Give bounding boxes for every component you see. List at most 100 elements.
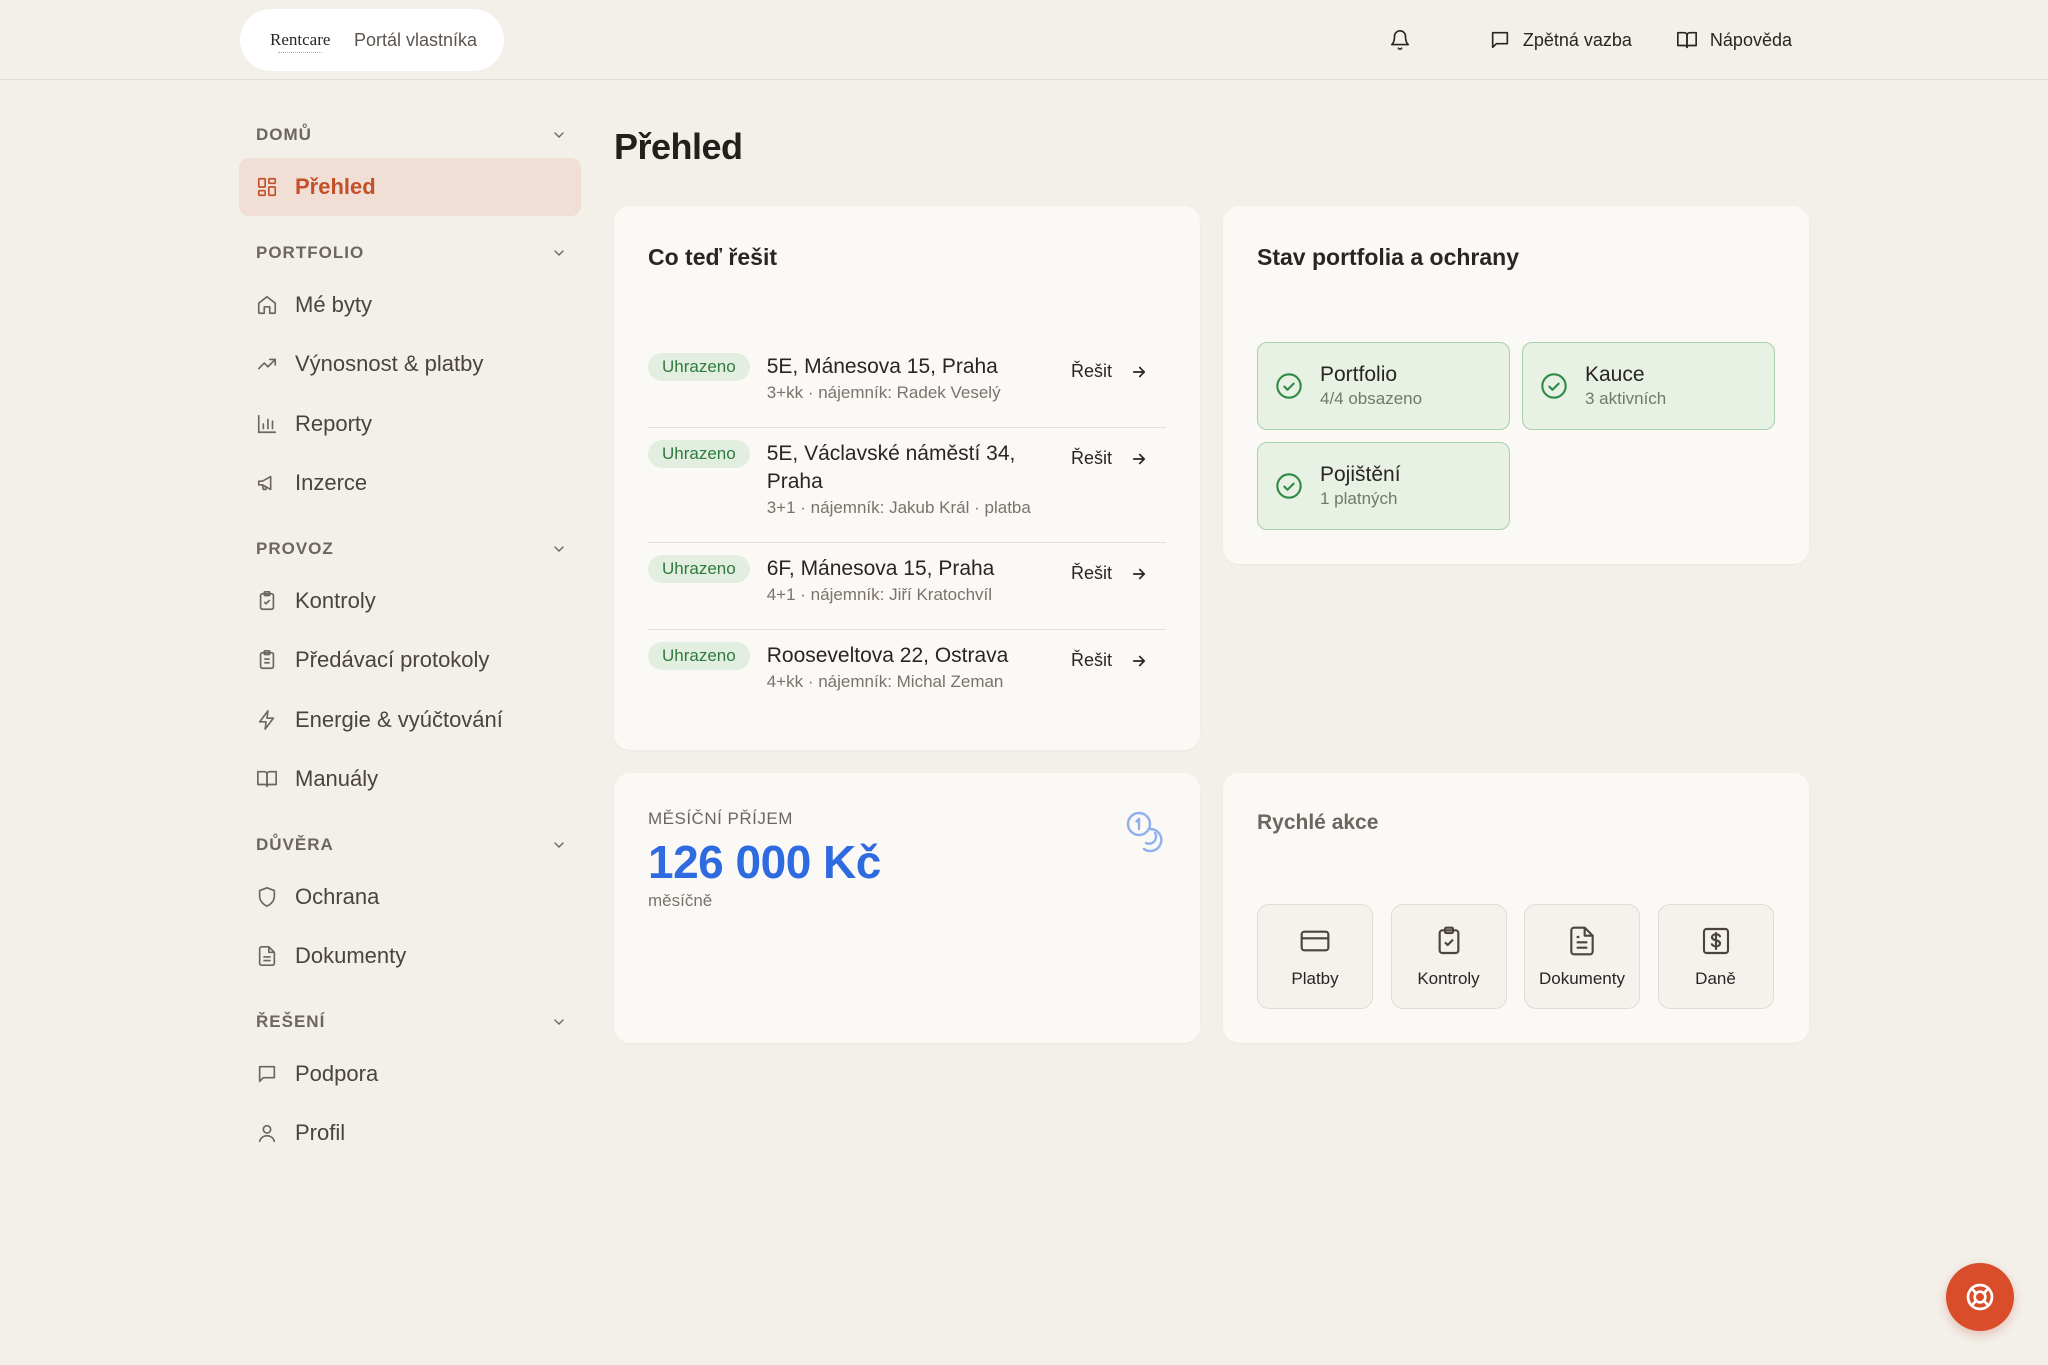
sidebar-item-documents[interactable]: Dokumenty <box>239 927 581 985</box>
quick-actions-row: Platby Kontroly Dokumenty Daně <box>1257 904 1774 1009</box>
coins-icon <box>1124 809 1168 853</box>
task-row: Uhrazeno 5E, Mánesova 15, Praha 3+kk · n… <box>648 341 1166 428</box>
trending-up-icon <box>256 353 295 375</box>
status-badge: Uhrazeno <box>648 353 750 381</box>
check-circle-icon <box>1275 472 1320 500</box>
task-row: Uhrazeno 5E, Václavské náměstí 34, Praha… <box>648 428 1166 543</box>
sidebar-item-energy-billing[interactable]: Energie & vyúčtování <box>239 691 581 749</box>
document-icon <box>1566 925 1598 969</box>
arrow-right-icon <box>1112 565 1148 583</box>
chevron-down-icon <box>551 127 567 143</box>
status-badge: Uhrazeno <box>648 440 750 468</box>
sidebar-item-protection[interactable]: Ochrana <box>239 868 581 926</box>
solve-button[interactable]: Řešit <box>1071 563 1148 584</box>
sidebar-item-listings[interactable]: Inzerce <box>239 454 581 512</box>
status-badge: Uhrazeno <box>648 555 750 583</box>
sidebar-item-reports[interactable]: Reporty <box>239 395 581 453</box>
feedback-label: Zpětná vazba <box>1522 29 1632 50</box>
arrow-right-icon <box>1112 450 1148 468</box>
message-icon <box>1489 29 1523 51</box>
quick-action-inspections[interactable]: Kontroly <box>1390 904 1507 1009</box>
chat-icon <box>256 1063 295 1085</box>
quick-action-payments[interactable]: Platby <box>1257 904 1373 1009</box>
check-circle-icon <box>1275 372 1320 400</box>
lifebuoy-icon <box>1964 1281 1996 1313</box>
help-button[interactable]: Nápověda <box>1676 29 1792 51</box>
top-header: Rentcare Portál vlastníka Zpětná vazba N… <box>0 0 2048 80</box>
quick-action-taxes[interactable]: Daně <box>1657 904 1774 1009</box>
status-tile-insurance[interactable]: Pojištění 1 platných <box>1257 442 1510 530</box>
task-list: Uhrazeno 5E, Mánesova 15, Praha 3+kk · n… <box>648 341 1166 717</box>
section-portfolio[interactable]: PORTFOLIO <box>239 230 581 276</box>
top-actions: Zpětná vazba Nápověda <box>1389 0 1792 80</box>
section-solutions[interactable]: ŘEŠENÍ <box>239 999 581 1045</box>
sidebar-item-yield-payments[interactable]: Výnosnost & platby <box>239 335 581 393</box>
task-row: Uhrazeno Rooseveltova 22, Ostrava 4+kk ·… <box>648 630 1166 717</box>
clipboard-list-icon <box>256 649 295 671</box>
status-tile-portfolio[interactable]: Portfolio 4/4 obsazeno <box>1257 342 1510 430</box>
help-fab-button[interactable] <box>1946 1263 2014 1331</box>
status-tile-deposits[interactable]: Kauce 3 aktivních <box>1522 342 1775 430</box>
sidebar-item-manuals[interactable]: Manuály <box>239 750 581 808</box>
shield-icon <box>256 886 295 908</box>
status-badge: Uhrazeno <box>648 642 750 670</box>
sidebar-item-profile[interactable]: Profil <box>239 1104 581 1162</box>
task-title: Rooseveltova 22, Ostrava <box>766 644 1009 667</box>
quick-actions-title: Rychlé akce <box>1257 811 1379 834</box>
sidebar-item-support[interactable]: Podpora <box>239 1045 581 1103</box>
document-icon <box>256 945 295 967</box>
task-subtitle: 3+1 · nájemník: Jakub Král · platba <box>766 498 1031 517</box>
check-circle-icon <box>1540 372 1585 400</box>
solve-button[interactable]: Řešit <box>1071 448 1148 469</box>
tasks-card: Co teď řešit Uhrazeno 5E, Mánesova 15, P… <box>614 206 1200 750</box>
task-row: Uhrazeno 6F, Mánesova 15, Praha 4+1 · ná… <box>648 543 1166 630</box>
chevron-down-icon <box>551 541 567 557</box>
clipboard-check-icon <box>1433 925 1465 969</box>
monthly-income-card: MĚSÍČNÍ PŘÍJEM 126 000 Kč měsíčně <box>614 773 1200 1043</box>
task-subtitle: 4+kk · nájemník: Michal Zeman <box>766 672 1004 691</box>
task-subtitle: 3+kk · nájemník: Radek Veselý <box>766 383 1001 402</box>
arrow-right-icon <box>1112 363 1148 381</box>
megaphone-icon <box>256 472 295 494</box>
lightning-icon <box>256 709 295 731</box>
bell-icon[interactable] <box>1389 29 1411 51</box>
page-title: Přehled <box>614 126 743 167</box>
chevron-down-icon <box>551 1014 567 1030</box>
solve-button[interactable]: Řešit <box>1071 650 1148 671</box>
book-icon <box>256 768 295 790</box>
clipboard-check-icon <box>256 590 295 612</box>
task-title: 6F, Mánesova 15, Praha <box>766 557 995 580</box>
quick-action-documents[interactable]: Dokumenty <box>1524 904 1640 1009</box>
income-label: MĚSÍČNÍ PŘÍJEM <box>648 809 793 828</box>
sidebar-item-handover-protocols[interactable]: Předávací protokoly <box>239 631 581 689</box>
section-trust[interactable]: DŮVĚRA <box>239 822 581 868</box>
sidebar-item-my-flats[interactable]: Mé byty <box>239 276 581 334</box>
income-period: měsíčně <box>648 891 713 910</box>
bar-chart-icon <box>256 413 295 435</box>
chevron-down-icon <box>551 837 567 853</box>
sidebar-item-overview[interactable]: Přehled <box>239 158 581 216</box>
section-home[interactable]: DOMŮ <box>239 112 581 158</box>
dashboard-icon <box>256 176 295 198</box>
portal-label: Portál vlastníka <box>354 29 478 50</box>
help-label: Nápověda <box>1709 29 1792 50</box>
brand-pill[interactable]: Rentcare Portál vlastníka <box>240 9 504 71</box>
sidebar-item-inspections[interactable]: Kontroly <box>239 572 581 630</box>
section-operations[interactable]: PROVOZ <box>239 526 581 572</box>
arrow-right-icon <box>1112 652 1148 670</box>
portfolio-status-card: Stav portfolia a ochrany Portfolio 4/4 o… <box>1223 206 1809 564</box>
feedback-button[interactable]: Zpětná vazba <box>1489 29 1632 51</box>
quick-actions-card: Rychlé akce Platby Kontroly Dokumenty Da… <box>1223 773 1809 1043</box>
credit-card-icon <box>1299 925 1331 969</box>
solve-button[interactable]: Řešit <box>1071 361 1148 382</box>
chevron-down-icon <box>551 245 567 261</box>
home-icon <box>256 294 295 316</box>
tasks-title: Co teď řešit <box>648 244 778 270</box>
rentcare-logo: Rentcare <box>270 30 331 53</box>
task-title: 5E, Mánesova 15, Praha <box>766 355 998 378</box>
task-subtitle: 4+1 · nájemník: Jiří Kratochvíl <box>766 585 993 604</box>
status-title: Stav portfolia a ochrany <box>1257 244 1520 270</box>
book-open-icon <box>1676 29 1710 51</box>
tax-icon <box>1700 925 1732 969</box>
task-title: 5E, Václavské náměstí 34, Praha <box>766 442 1016 493</box>
